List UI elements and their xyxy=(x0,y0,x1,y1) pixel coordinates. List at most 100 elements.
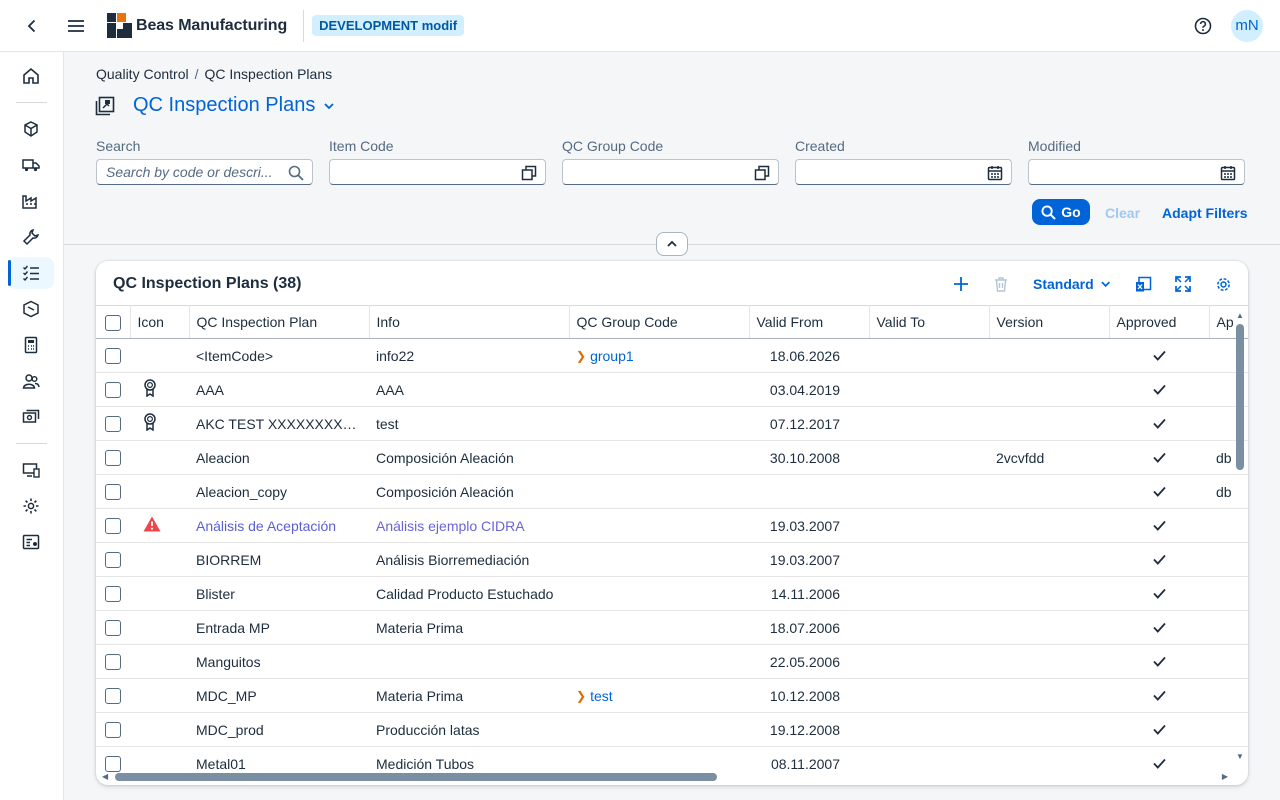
table-row[interactable]: AAA AAA 03.04.2019 xyxy=(96,372,1248,407)
clear-button[interactable]: Clear xyxy=(1105,205,1140,221)
row-checkbox[interactable] xyxy=(105,722,121,739)
menu-button[interactable] xyxy=(60,10,92,42)
column-header-approved[interactable]: Approved xyxy=(1109,305,1210,339)
back-button[interactable] xyxy=(16,10,48,42)
row-checkbox[interactable] xyxy=(105,688,121,705)
help-button[interactable] xyxy=(1187,10,1219,42)
table-row[interactable]: Análisis de Aceptación Análisis ejemplo C… xyxy=(96,508,1248,543)
search-icon[interactable] xyxy=(288,165,304,181)
scroll-up-arrow[interactable]: ▲ xyxy=(1236,311,1244,320)
table-row[interactable]: Manguitos 22.05.2006 xyxy=(96,644,1248,679)
scroll-left-arrow[interactable]: ◀ xyxy=(102,772,108,781)
row-select-cell xyxy=(96,712,130,747)
column-header-valid-from[interactable]: Valid From xyxy=(749,305,870,339)
nav-home[interactable] xyxy=(8,60,54,92)
group-link[interactable]: ❯ test xyxy=(576,688,613,704)
settings-icon xyxy=(23,498,39,514)
table-row[interactable]: BIORREM Análisis Biorremediación 19.03.200… xyxy=(96,542,1248,577)
breadcrumb-parent[interactable]: Quality Control xyxy=(96,66,189,82)
cell-valid-from: 19.12.2008 xyxy=(749,712,869,747)
chevron-down-icon[interactable] xyxy=(323,100,335,112)
nav-resources[interactable] xyxy=(8,365,54,397)
calendar-icon[interactable] xyxy=(987,165,1003,181)
cell-plan: Aleacion_copy xyxy=(189,474,369,509)
nav-tools[interactable] xyxy=(8,221,54,253)
nav-reports[interactable] xyxy=(8,526,54,558)
vertical-scroll-thumb[interactable] xyxy=(1236,324,1244,470)
row-checkbox[interactable] xyxy=(105,552,121,569)
delete-button[interactable] xyxy=(989,271,1013,297)
horizontal-scroll-thumb[interactable] xyxy=(115,773,717,781)
row-checkbox[interactable] xyxy=(105,348,121,365)
row-checkbox[interactable] xyxy=(105,756,121,773)
checklist-icon xyxy=(23,265,39,282)
table-row[interactable]: AKC TEST XXXXXXXXXXXX test 07.12.2017 xyxy=(96,406,1248,441)
nav-quality-control[interactable] xyxy=(8,257,54,289)
calendar-icon[interactable] xyxy=(1220,165,1236,181)
export-button[interactable] xyxy=(1131,271,1155,297)
table-row[interactable]: Aleacion_copy Composición Aleación db xyxy=(96,474,1248,509)
table-row[interactable]: Entrada MP Materia Prima 18.07.2006 xyxy=(96,610,1248,645)
checkmark-icon xyxy=(1152,724,1166,735)
search-input[interactable] xyxy=(106,164,276,180)
nav-finance[interactable] xyxy=(8,401,54,433)
nav-costing[interactable] xyxy=(8,329,54,361)
column-header-valid-to[interactable]: Valid To xyxy=(869,305,990,339)
row-checkbox[interactable] xyxy=(105,654,121,671)
collapse-header-button[interactable] xyxy=(656,232,688,256)
fullscreen-button[interactable] xyxy=(1171,271,1195,297)
row-checkbox[interactable] xyxy=(105,484,121,501)
add-button[interactable] xyxy=(949,271,973,297)
nav-packages[interactable] xyxy=(8,293,54,325)
nav-items[interactable] xyxy=(8,113,54,145)
cell-valid-to xyxy=(869,712,989,747)
variant-selector[interactable]: Standard xyxy=(1033,271,1111,297)
scroll-down-arrow[interactable]: ▼ xyxy=(1236,752,1244,761)
cell-plan: AAA xyxy=(189,372,369,407)
nav-separator xyxy=(16,102,47,103)
cell-plan: Aleacion xyxy=(189,440,369,475)
table-row[interactable]: Blister Calidad Producto Estuchado 14.11.2… xyxy=(96,576,1248,611)
row-checkbox[interactable] xyxy=(105,620,121,637)
scroll-right-arrow[interactable]: ▶ xyxy=(1222,772,1228,781)
horizontal-scrollbar[interactable]: ◀ ▶ xyxy=(100,772,1230,782)
checkmark-icon xyxy=(1152,452,1166,463)
row-checkbox[interactable] xyxy=(105,586,121,603)
row-checkbox[interactable] xyxy=(105,416,121,433)
column-header-plan[interactable]: QC Inspection Plan xyxy=(189,305,370,339)
row-icon-cell xyxy=(130,372,189,407)
table-row[interactable]: Aleacion Composición Aleación 30.10.2008 2v… xyxy=(96,440,1248,475)
nav-settings[interactable] xyxy=(8,490,54,522)
modified-date-input[interactable] xyxy=(1038,164,1208,180)
select-all-checkbox[interactable] xyxy=(104,314,121,331)
table-row[interactable]: MDC_MP Materia Prima ❯ test 10.12.2008 xyxy=(96,678,1248,713)
row-checkbox[interactable] xyxy=(105,518,121,535)
page-title[interactable]: QC Inspection Plans xyxy=(133,94,315,117)
checkmark-icon xyxy=(1152,384,1166,395)
table-settings-button[interactable] xyxy=(1211,271,1235,297)
column-header-version[interactable]: Version xyxy=(989,305,1110,339)
nav-devices[interactable] xyxy=(8,454,54,486)
column-header-icon[interactable]: Icon xyxy=(130,305,190,339)
nav-production[interactable] xyxy=(8,185,54,217)
go-button[interactable]: Go xyxy=(1032,199,1090,225)
vertical-scrollbar[interactable]: ▲ ▼ xyxy=(1236,311,1244,773)
table-row[interactable]: Metal01 Medición Tubos 08.11.2007 xyxy=(96,746,1248,775)
table-row[interactable]: MDC_prod Producción latas 19.12.2008 xyxy=(96,712,1248,747)
cell-approved xyxy=(1109,474,1209,509)
nav-delivery[interactable] xyxy=(8,149,54,181)
table-row[interactable]: <ItemCode> info22 ❯ group1 18.06.2026 xyxy=(96,338,1248,373)
row-checkbox[interactable] xyxy=(105,382,121,399)
group-link[interactable]: ❯ group1 xyxy=(576,348,634,364)
created-date-input[interactable] xyxy=(805,164,975,180)
column-header-group[interactable]: QC Group Code xyxy=(569,305,750,339)
column-header-info[interactable]: Info xyxy=(369,305,570,339)
company-logo[interactable] xyxy=(107,13,132,38)
qc-group-code-input[interactable] xyxy=(572,164,742,180)
adapt-filters-button[interactable]: Adapt Filters xyxy=(1162,205,1248,221)
user-avatar[interactable]: mN xyxy=(1231,9,1263,42)
item-code-input[interactable] xyxy=(339,164,509,180)
row-checkbox[interactable] xyxy=(105,450,121,467)
value-help-icon[interactable] xyxy=(754,165,770,181)
value-help-icon[interactable] xyxy=(521,165,537,181)
